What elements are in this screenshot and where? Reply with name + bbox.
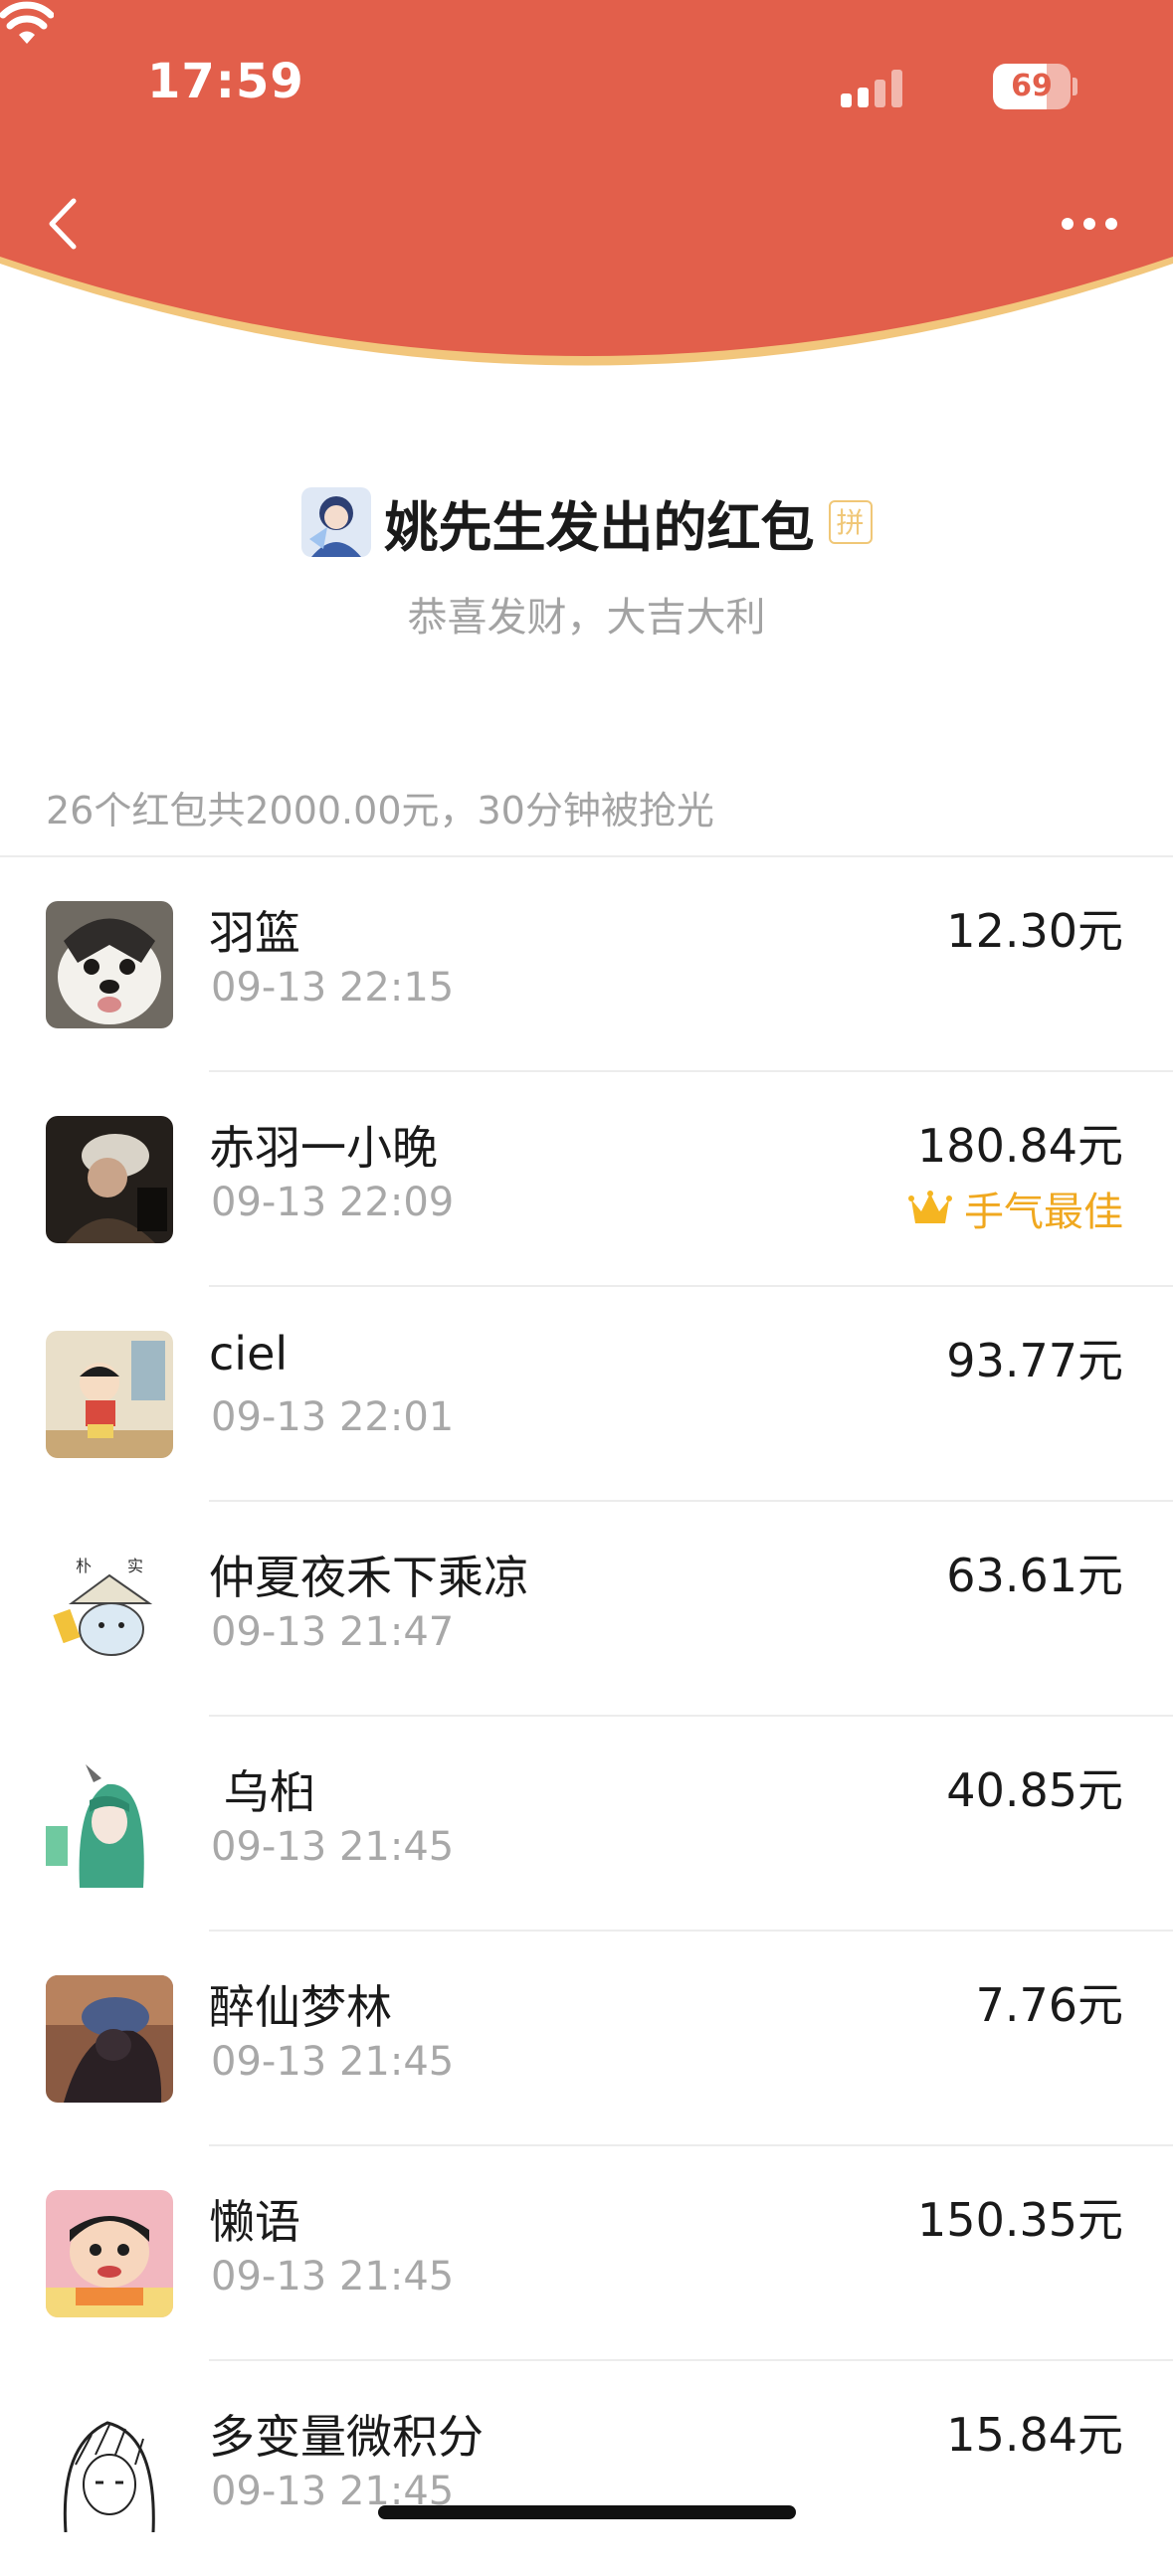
crown-icon xyxy=(908,1191,952,1223)
recipient-amount: 12.30元 xyxy=(946,904,1123,958)
recipient-row[interactable]: 朴 实 仲夏夜禾下乘凉 09-13 21:47 63.61元 xyxy=(0,1502,1173,1717)
packet-summary: 26个红包共2000.00元，30分钟被抢光 xyxy=(46,789,714,832)
recipient-name: ciel xyxy=(209,1327,289,1380)
red-packet-header: 17:59 69 xyxy=(0,0,1173,398)
best-luck-label: 手气最佳 xyxy=(964,1190,1123,1235)
recipient-avatar[interactable] xyxy=(46,901,173,1028)
recipient-time: 09-13 21:45 xyxy=(211,1824,455,1870)
recipient-avatar[interactable] xyxy=(46,1331,173,1458)
recipient-name: 仲夏夜禾下乘凉 xyxy=(209,1551,529,1604)
recipient-row[interactable]: 醉仙梦林 09-13 21:45 7.76元 xyxy=(0,1932,1173,2146)
pin-badge: 拼 xyxy=(828,500,873,544)
recipient-amount: 180.84元 xyxy=(917,1119,1123,1173)
recipient-row[interactable]: 懒语 09-13 21:45 150.35元 xyxy=(0,2146,1173,2361)
svg-text:朴: 朴 xyxy=(76,1557,92,1575)
recipient-avatar[interactable]: 朴 实 xyxy=(46,1546,173,1673)
recipient-time: 09-13 22:01 xyxy=(211,1394,455,1440)
back-button[interactable] xyxy=(40,189,90,259)
recipient-row[interactable]: 乌桕 09-13 21:45 40.85元 xyxy=(0,1717,1173,1932)
recipient-amount: 7.76元 xyxy=(975,1978,1123,2032)
sender-avatar[interactable] xyxy=(300,487,371,557)
recipient-avatar[interactable] xyxy=(46,2190,173,2317)
blessing-text: 恭喜发财，大吉大利 xyxy=(407,595,766,641)
wifi-icon xyxy=(0,1,54,44)
recipient-amount: 150.35元 xyxy=(917,2193,1123,2247)
sender-title: 姚先生发出的红包 xyxy=(384,495,815,559)
recipient-time: 09-13 21:47 xyxy=(211,1609,455,1655)
battery-percent: 69 xyxy=(1011,69,1053,103)
recipient-row[interactable]: ciel 09-13 22:01 93.77元 xyxy=(0,1287,1173,1502)
recipient-amount: 15.84元 xyxy=(946,2408,1123,2462)
cellular-signal-icon xyxy=(841,70,902,107)
battery-icon: 69 xyxy=(993,64,1071,109)
chevron-left-icon xyxy=(49,198,77,250)
recipient-time: 09-13 21:45 xyxy=(211,2254,455,2300)
recipient-amount: 93.77元 xyxy=(946,1334,1123,1387)
recipient-name: 赤羽一小晚 xyxy=(209,1121,438,1175)
recipient-time: 09-13 22:15 xyxy=(211,965,455,1011)
recipient-time: 09-13 21:45 xyxy=(211,2039,455,2085)
recipient-row[interactable]: 赤羽一小晚 09-13 22:09 180.84元 手气最佳 xyxy=(0,1072,1173,1287)
recipient-row[interactable]: 羽篮 09-13 22:15 12.30元 xyxy=(0,857,1173,1072)
status-time: 17:59 xyxy=(147,54,304,109)
recipient-avatar[interactable] xyxy=(46,1760,173,1888)
sender-row: 姚先生发出的红包 拼 xyxy=(0,482,1173,562)
home-indicator[interactable] xyxy=(378,2505,796,2519)
battery-cap xyxy=(1073,78,1077,95)
more-options-button[interactable] xyxy=(1050,204,1129,244)
recipient-amount: 63.61元 xyxy=(946,1549,1123,1602)
recipient-list: 羽篮 09-13 22:15 12.30元 赤羽一小晚 09-13 22:09 … xyxy=(0,857,1173,2576)
recipient-name: 醉仙梦林 xyxy=(209,1980,392,2034)
recipient-name: 乌桕 xyxy=(209,1765,315,1819)
recipient-time: 09-13 22:09 xyxy=(211,1180,455,1225)
recipient-amount: 40.85元 xyxy=(946,1763,1123,1817)
recipient-name: 羽篮 xyxy=(209,906,300,960)
recipient-name: 懒语 xyxy=(209,2195,300,2249)
best-luck-badge: 手气最佳 xyxy=(908,1180,1123,1237)
svg-text:实: 实 xyxy=(127,1557,143,1575)
recipient-avatar[interactable] xyxy=(46,1116,173,1243)
recipient-name: 多变量微积分 xyxy=(209,2410,484,2464)
recipient-avatar[interactable] xyxy=(46,1975,173,2103)
recipient-row[interactable]: 多变量微积分 09-13 21:45 15.84元 xyxy=(0,2361,1173,2576)
recipient-avatar[interactable] xyxy=(46,2405,173,2532)
